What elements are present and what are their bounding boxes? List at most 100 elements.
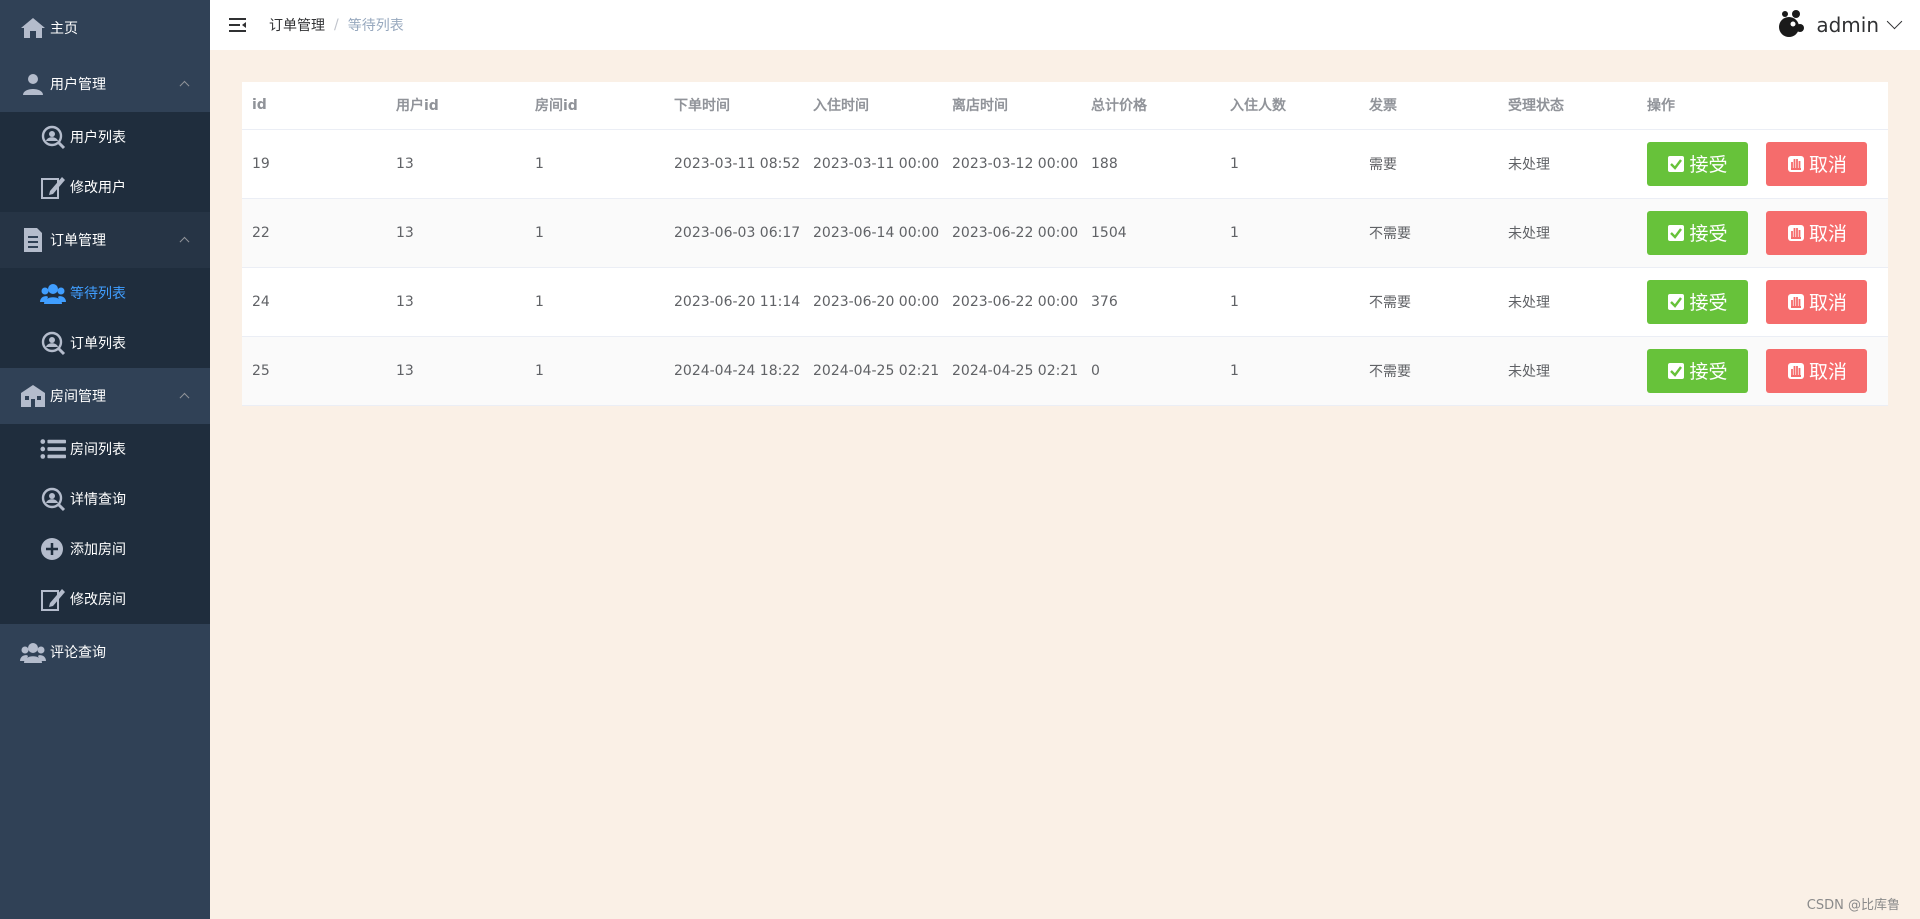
search-user-icon [40,486,66,512]
sidebar-item-home[interactable]: 主页 [0,0,210,56]
checkbox-icon [1667,293,1685,311]
hand-icon [1787,224,1805,242]
cell-total-price: 1504 [1081,198,1220,268]
sidebar-item-detail-query[interactable]: 详情查询 [0,474,210,524]
cancel-button[interactable]: 取消 [1766,210,1868,255]
sidebar-item-label: 详情查询 [70,492,126,508]
submenu-order-management[interactable]: 订单管理 [0,212,210,268]
cell-invoice: 不需要 [1359,336,1498,406]
cell-id: 24 [242,267,386,337]
sidebar-item-edit-user[interactable]: 修改用户 [0,162,210,212]
navbar: 订单管理 / 等待列表 admin [210,0,1920,50]
sidebar-item-comments[interactable]: 评论查询 [0,624,210,680]
cell-checkin-time: 2024-04-25 02:21 [803,336,942,406]
submenu-room-items: 房间列表 详情查询 添加房间 修改房间 [0,424,210,624]
cell-checkout-time: 2023-06-22 00:00 [942,198,1081,268]
users-group-icon [20,639,46,665]
sidebar-item-add-room[interactable]: 添加房间 [0,524,210,574]
column-header: 总计价格 [1081,82,1220,130]
submenu-label: 用户管理 [50,77,106,93]
sidebar-item-edit-room[interactable]: 修改房间 [0,574,210,624]
edit-icon [40,586,66,612]
cell-order-time: 2023-03-11 08:52 [664,129,803,199]
cell-checkin-time: 2023-06-14 00:00 [803,198,942,268]
sidebar-item-label: 订单列表 [70,336,126,352]
submenu-label: 房间管理 [50,389,106,405]
hand-icon [1787,155,1805,173]
submenu-user-management[interactable]: 用户管理 [0,56,210,112]
chevron-up-icon [179,236,190,247]
checkbox-icon [1667,362,1685,380]
column-header: 房间id [525,82,664,130]
column-header: 入住时间 [803,82,942,130]
accept-button[interactable]: 接受 [1647,141,1748,186]
cancel-label: 取消 [1808,292,1847,314]
column-header: 入住人数 [1220,82,1359,130]
cancel-label: 取消 [1808,223,1847,245]
submenu-label: 订单管理 [50,233,106,249]
hamburger-icon[interactable] [227,15,247,35]
cell-guests: 1 [1220,267,1359,337]
cell-invoice: 需要 [1359,129,1498,199]
column-header: 发票 [1359,82,1498,130]
cell-total-price: 188 [1081,129,1220,199]
submenu-room-management[interactable]: 房间管理 [0,368,210,424]
cell-room-id: 1 [525,336,664,406]
accept-button[interactable]: 接受 [1647,210,1748,255]
sidebar-item-room-list[interactable]: 房间列表 [0,424,210,474]
breadcrumb-item-waiting-list: 等待列表 [347,18,404,34]
search-user-icon [40,330,66,356]
cell-actions: 接受 取消 [1637,336,1888,406]
cell-status: 未处理 [1498,336,1637,406]
sidebar-item-waiting-list[interactable]: 等待列表 [0,268,210,318]
cell-checkout-time: 2023-06-22 00:00 [942,267,1081,337]
cell-status: 未处理 [1498,267,1637,337]
building-icon [20,383,46,409]
column-header: 受理状态 [1498,82,1637,130]
cancel-button[interactable]: 取消 [1766,141,1868,186]
breadcrumb-item-order-management[interactable]: 订单管理 [269,15,325,35]
cell-user-id: 13 [386,198,525,268]
cell-checkin-time: 2023-06-20 00:00 [803,267,942,337]
sidebar-item-order-list[interactable]: 订单列表 [0,318,210,368]
accept-button[interactable]: 接受 [1647,348,1748,393]
sidebar-item-label: 评论查询 [50,645,106,661]
hand-icon [1787,362,1805,380]
accept-label: 接受 [1689,223,1728,245]
accept-label: 接受 [1689,361,1728,383]
user-name: admin [1816,13,1879,37]
table-row: 19 13 1 2023-03-11 08:52 2023-03-11 00:0… [242,129,1888,199]
cell-guests: 1 [1220,129,1359,199]
breadcrumb: 订单管理 / 等待列表 [269,15,404,35]
cell-actions: 接受 取消 [1637,198,1888,268]
user-dropdown[interactable]: admin [1776,0,1903,50]
cell-checkout-time: 2023-03-12 00:00 [942,129,1081,199]
cell-order-time: 2023-06-20 11:14 [664,267,803,337]
cancel-label: 取消 [1808,154,1847,176]
accept-label: 接受 [1689,154,1728,176]
cell-actions: 接受 取消 [1637,129,1888,199]
cancel-button[interactable]: 取消 [1766,348,1868,393]
sidebar: 主页 用户管理 用户列表 修改用户 订单管理 等待列表 订单列表 房间管理 房间… [0,0,210,919]
table-header-row: id 用户id 房间id 下单时间 入住时间 离店时间 总计价格 入住人数 发票… [242,82,1888,130]
breadcrumb-separator: / [334,17,339,33]
cell-room-id: 1 [525,267,664,337]
cell-room-id: 1 [525,129,664,199]
watermark: CSDN @比库鲁 [1806,898,1900,913]
checkbox-icon [1667,155,1685,173]
cell-invoice: 不需要 [1359,267,1498,337]
home-icon [20,15,46,41]
chevron-up-icon [179,80,190,91]
cell-user-id: 13 [386,336,525,406]
cell-order-time: 2024-04-24 18:22 [664,336,803,406]
column-header: 离店时间 [942,82,1081,130]
cell-order-time: 2023-06-03 06:17 [664,198,803,268]
avatar [1776,8,1806,42]
sidebar-item-user-list[interactable]: 用户列表 [0,112,210,162]
cell-user-id: 13 [386,129,525,199]
cancel-button[interactable]: 取消 [1766,279,1868,324]
accept-button[interactable]: 接受 [1647,279,1748,324]
cell-id: 19 [242,129,386,199]
cell-user-id: 13 [386,267,525,337]
column-header: 操作 [1637,82,1888,130]
